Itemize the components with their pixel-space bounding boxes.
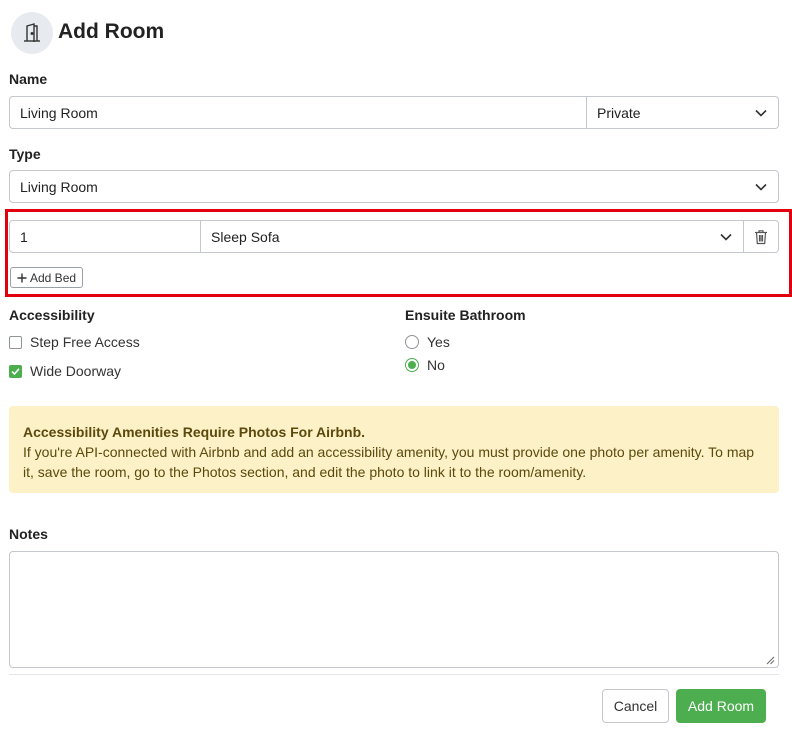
bed-type-value: Sleep Sofa	[211, 228, 280, 245]
chevron-down-icon	[720, 233, 732, 241]
chevron-down-icon	[755, 183, 767, 191]
ensuite-yes-radio[interactable]	[405, 335, 419, 349]
wide-doorway-option[interactable]: Wide Doorway	[9, 363, 121, 379]
bed-type-select[interactable]: Sleep Sofa	[201, 220, 744, 253]
resize-grip-icon[interactable]	[766, 656, 775, 665]
room-name-input[interactable]: Living Room	[9, 96, 587, 129]
name-group: Living Room Private	[9, 96, 779, 129]
notes-label: Notes	[9, 526, 48, 542]
accessibility-label: Accessibility	[9, 307, 95, 323]
accessibility-photo-alert: Accessibility Amenities Require Photos F…	[9, 406, 779, 493]
footer-divider	[9, 674, 779, 675]
bed-row: 1 Sleep Sofa	[9, 220, 779, 253]
ensuite-yes-label: Yes	[427, 334, 450, 350]
ensuite-yes-option[interactable]: Yes	[405, 334, 450, 350]
privacy-select[interactable]: Private	[587, 96, 779, 129]
add-room-button[interactable]: Add Room	[676, 689, 766, 723]
name-label: Name	[9, 71, 48, 87]
bed-quantity-input[interactable]: 1	[9, 220, 201, 253]
ensuite-no-label: No	[427, 357, 445, 373]
step-free-access-option[interactable]: Step Free Access	[9, 334, 140, 350]
step-free-access-label: Step Free Access	[30, 334, 140, 350]
ensuite-no-option[interactable]: No	[405, 357, 445, 373]
add-bed-button[interactable]: Add Bed	[10, 267, 84, 288]
privacy-select-value: Private	[597, 104, 641, 121]
alert-body: If you're API-connected with Airbnb and …	[23, 444, 755, 480]
wide-doorway-label: Wide Doorway	[30, 363, 122, 379]
cancel-button[interactable]: Cancel	[602, 689, 669, 723]
ensuite-no-radio[interactable]	[405, 358, 419, 372]
step-free-access-checkbox[interactable]	[9, 335, 22, 349]
delete-bed-button[interactable]	[744, 220, 779, 253]
plus-icon	[17, 273, 27, 282]
door-icon-badge	[11, 12, 53, 54]
notes-textarea[interactable]	[9, 551, 779, 668]
alert-heading: Accessibility Amenities Require Photos F…	[23, 424, 366, 440]
chevron-down-icon	[755, 109, 767, 117]
type-label: Type	[9, 146, 41, 162]
add-bed-label: Add Bed	[30, 270, 77, 285]
room-type-select[interactable]: Living Room	[9, 170, 779, 203]
trash-icon	[755, 229, 767, 244]
page-title: Add Room	[58, 20, 165, 43]
ensuite-label: Ensuite Bathroom	[405, 307, 526, 323]
wide-doorway-checkbox[interactable]	[9, 364, 22, 378]
door-icon	[24, 23, 40, 42]
room-type-value: Living Room	[20, 178, 98, 195]
checkmark-icon	[11, 367, 20, 375]
